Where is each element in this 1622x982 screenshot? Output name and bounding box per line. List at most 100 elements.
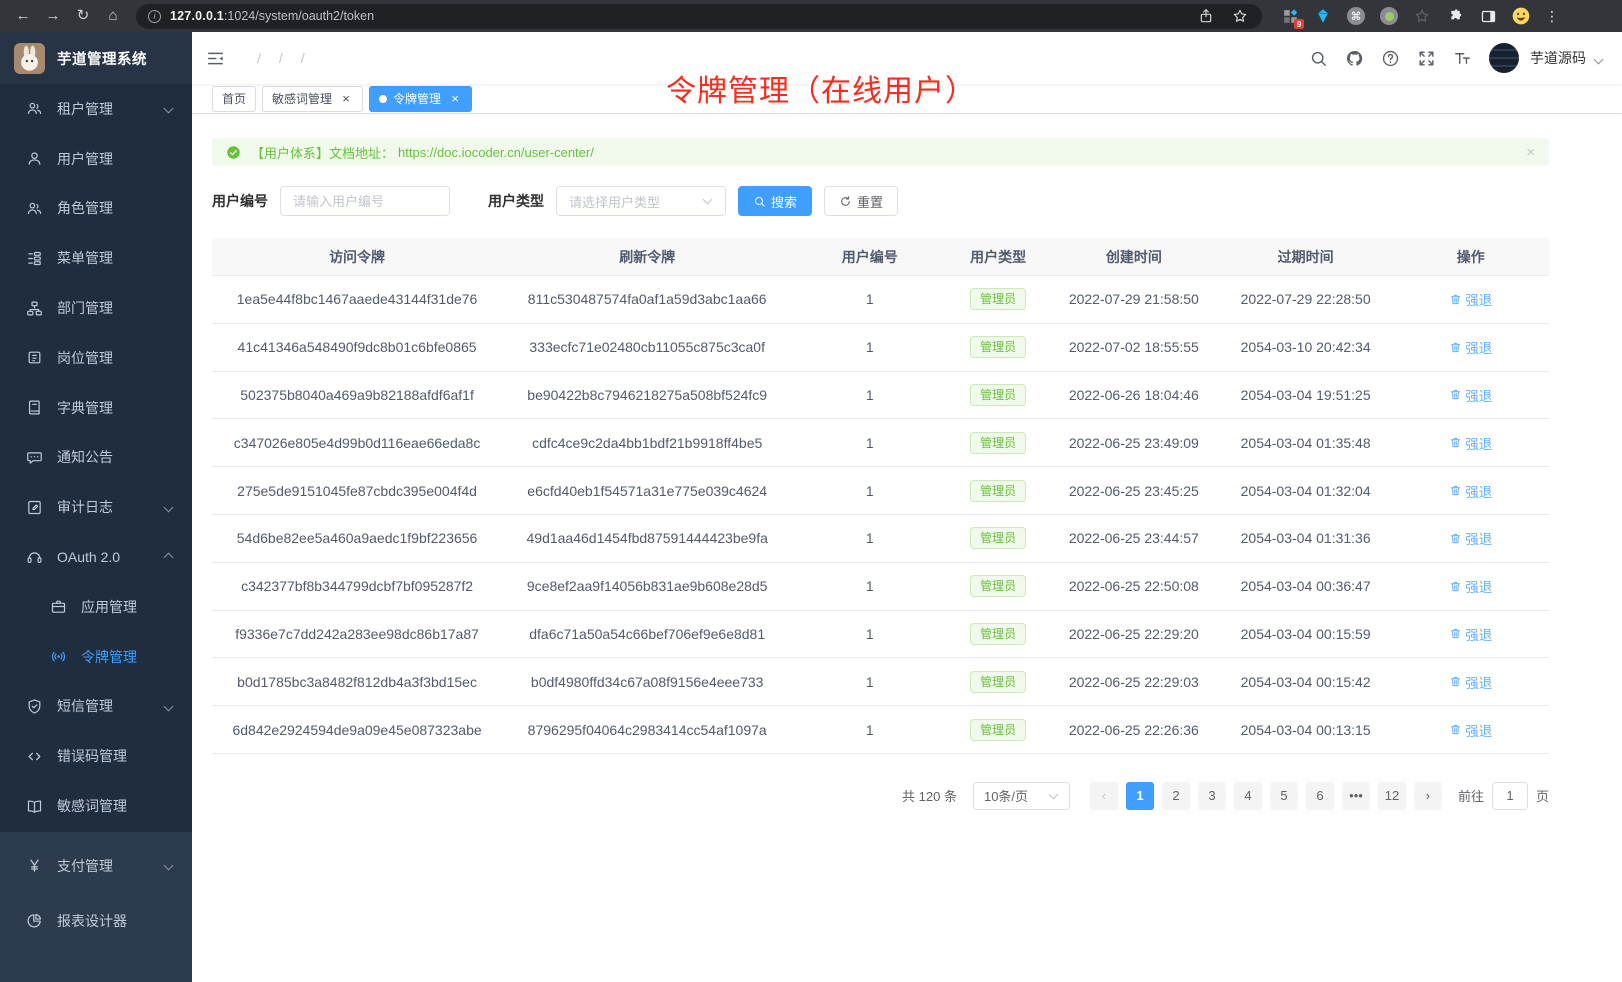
sidebar-item[interactable]: 敏感词管理: [0, 781, 192, 831]
browser-forward-button[interactable]: →: [40, 3, 66, 29]
url-host: 127.0.0.1: [170, 9, 224, 23]
table-row: 502375b8040a469a9b82188afdf6af1f be90422…: [212, 372, 1549, 420]
side-panel-icon[interactable]: [1478, 6, 1498, 26]
refresh-token-cell: 49d1aa46d1454fbd87591444423be9fa: [502, 530, 792, 546]
page-size-select[interactable]: 10条/页: [973, 782, 1070, 810]
command-extension-icon[interactable]: ⌘: [1346, 6, 1366, 26]
page-button[interactable]: 3: [1198, 782, 1226, 810]
goto-page-input[interactable]: [1492, 782, 1528, 810]
trash-icon: [1449, 675, 1462, 688]
user-id-input[interactable]: [280, 186, 450, 216]
user-name[interactable]: 芋道源码: [1530, 48, 1586, 68]
record-extension-icon[interactable]: [1379, 6, 1399, 26]
force-logout-button[interactable]: 强退: [1449, 720, 1492, 740]
logo-rabbit-icon: [14, 43, 45, 74]
force-logout-button[interactable]: 强退: [1449, 385, 1492, 405]
sidebar-item[interactable]: 角色管理: [0, 184, 192, 234]
help-icon[interactable]: [1381, 49, 1400, 68]
sidebar-collapse-button[interactable]: [206, 45, 232, 71]
sidebar-item[interactable]: 应用管理: [0, 582, 192, 632]
tab[interactable]: 首页 ×: [212, 86, 256, 112]
sidebar-item[interactable]: 审计日志: [0, 482, 192, 532]
page-button[interactable]: 2: [1162, 782, 1190, 810]
sidebar-item[interactable]: 通知公告: [0, 433, 192, 483]
sidebar-item[interactable]: 令牌管理: [0, 632, 192, 682]
breadcrumb-separator: /: [279, 50, 283, 66]
page-button[interactable]: 6: [1306, 782, 1334, 810]
action-cell: 强退: [1393, 720, 1549, 740]
close-icon[interactable]: ×: [448, 92, 462, 106]
expire-time-cell: 2054-03-04 01:31:36: [1219, 530, 1393, 546]
puzzle-extensions-icon[interactable]: [1445, 6, 1465, 26]
force-logout-button[interactable]: 强退: [1449, 528, 1492, 548]
page-button[interactable]: 1: [1126, 782, 1154, 810]
search-icon[interactable]: [1309, 49, 1328, 68]
next-page-button[interactable]: ›: [1414, 782, 1442, 810]
force-logout-button[interactable]: 强退: [1449, 624, 1492, 644]
sidebar-item[interactable]: 岗位管理: [0, 333, 192, 383]
sidebar-item[interactable]: 字典管理: [0, 383, 192, 433]
user-id-cell: 1: [792, 291, 947, 307]
access-token-cell: 502375b8040a469a9b82188afdf6af1f: [212, 387, 502, 403]
fullscreen-icon[interactable]: [1417, 49, 1436, 68]
gem-extension-icon[interactable]: [1313, 6, 1333, 26]
created-time-cell: 2022-06-25 22:29:03: [1049, 674, 1219, 690]
page-button[interactable]: 5: [1270, 782, 1298, 810]
browser-menu-button[interactable]: ⋮: [1541, 8, 1563, 25]
tab[interactable]: 令牌管理 ×: [369, 86, 472, 112]
action-cell: 强退: [1393, 481, 1549, 501]
chevron-down-icon[interactable]: [1594, 55, 1604, 65]
extension-grid-icon[interactable]: 9: [1280, 6, 1300, 26]
page-button[interactable]: 12: [1378, 782, 1406, 810]
close-icon[interactable]: ×: [339, 92, 353, 106]
address-bar[interactable]: i 127.0.0.1 :1024/system/oauth2/token: [136, 4, 1262, 29]
github-icon[interactable]: [1345, 49, 1364, 68]
user-id-cell: 1: [792, 339, 947, 355]
user-id-cell: 1: [792, 578, 947, 594]
sidebar-item[interactable]: OAuth 2.0: [0, 532, 192, 582]
user-type-cell: 管理员: [947, 288, 1049, 310]
headset-icon: [26, 549, 43, 566]
page-button[interactable]: 4: [1234, 782, 1262, 810]
sidebar-item[interactable]: 短信管理: [0, 682, 192, 732]
extension-badge: 9: [1294, 19, 1304, 29]
prev-page-button[interactable]: ‹: [1090, 782, 1118, 810]
alert-doc-link[interactable]: https://doc.iocoder.cn/user-center/: [398, 145, 594, 160]
table-row: 41c41346a548490f9dc8b01c6bfe0865 333ecfc…: [212, 324, 1549, 372]
browser-reload-button[interactable]: ↻: [70, 3, 96, 29]
active-dot-icon: [379, 95, 387, 103]
access-token-cell: 1ea5e44f8bc1467aaede43144f31de76: [212, 291, 502, 307]
sidebar-item[interactable]: 支付管理: [0, 838, 192, 893]
user-avatar[interactable]: [1489, 43, 1519, 73]
force-logout-button[interactable]: 强退: [1449, 672, 1492, 692]
browser-back-button[interactable]: ←: [10, 3, 36, 29]
force-logout-button[interactable]: 强退: [1449, 481, 1492, 501]
profile-avatar-icon[interactable]: [1511, 6, 1531, 26]
bookmark-star-button[interactable]: [1230, 6, 1250, 26]
page-button[interactable]: •••: [1342, 782, 1370, 810]
user-type-select[interactable]: 请选择用户类型: [556, 186, 726, 216]
chevron-icon: [164, 502, 174, 512]
force-logout-button[interactable]: 强退: [1449, 337, 1492, 357]
search-button[interactable]: 搜索: [738, 186, 812, 216]
sidebar-menu: 租户管理 用户管理 角色管理 菜单管理: [0, 84, 192, 832]
green-star-extension-icon[interactable]: [1412, 6, 1432, 26]
sidebar-item[interactable]: 部门管理: [0, 283, 192, 333]
sidebar-item[interactable]: 错误码管理: [0, 731, 192, 781]
sidebar-item[interactable]: 菜单管理: [0, 233, 192, 283]
force-logout-button[interactable]: 强退: [1449, 289, 1492, 309]
page-info-icon[interactable]: i: [148, 10, 161, 23]
tab[interactable]: 敏感词管理 ×: [262, 86, 363, 112]
yen-icon: [26, 857, 43, 874]
sidebar-item[interactable]: 用户管理: [0, 134, 192, 184]
share-button[interactable]: [1196, 6, 1216, 26]
reset-button[interactable]: 重置: [824, 186, 898, 216]
sidebar-item[interactable]: 租户管理: [0, 84, 192, 134]
close-icon[interactable]: ×: [1526, 144, 1535, 161]
font-size-icon[interactable]: [1453, 49, 1472, 68]
user-id-cell: 1: [792, 722, 947, 738]
sidebar-item[interactable]: 报表设计器: [0, 893, 192, 948]
force-logout-button[interactable]: 强退: [1449, 433, 1492, 453]
force-logout-button[interactable]: 强退: [1449, 576, 1492, 596]
browser-home-button[interactable]: ⌂: [100, 3, 126, 29]
